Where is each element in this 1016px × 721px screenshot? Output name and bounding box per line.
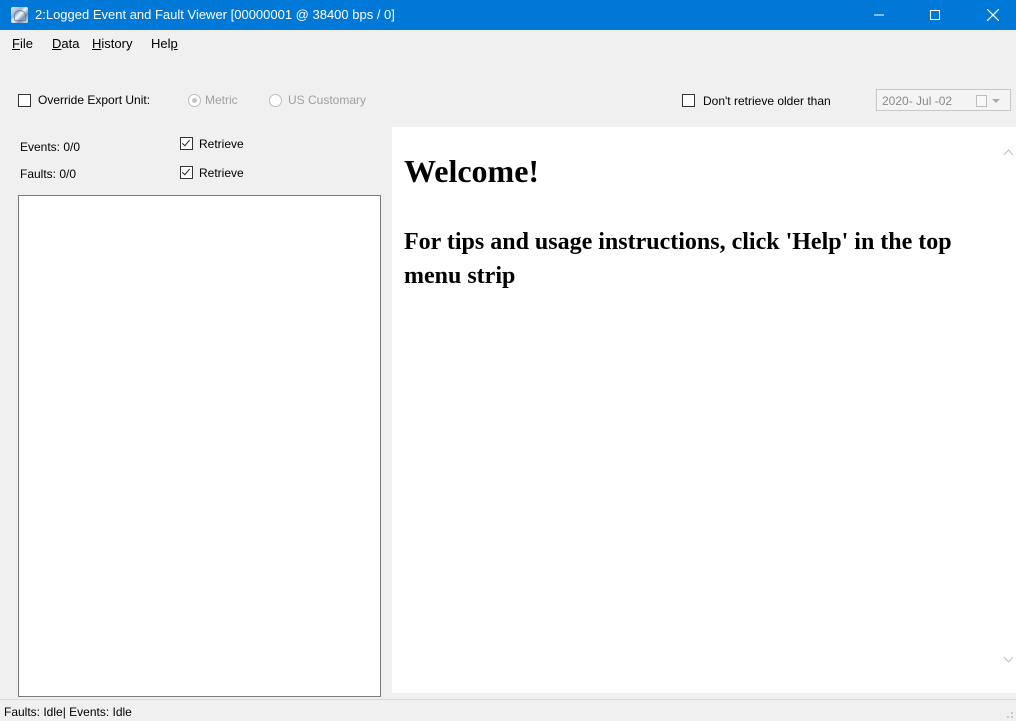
us-customary-label: US Customary — [288, 93, 367, 107]
metric-label: Metric — [205, 93, 238, 107]
events-retrieve-label: Retrieve — [199, 137, 244, 151]
chevron-down-icon — [992, 99, 1000, 103]
close-icon — [987, 9, 999, 21]
metric-radio[interactable] — [188, 94, 201, 107]
faults-count: Faults: 0/0 — [20, 167, 77, 181]
resize-grip-icon[interactable] — [1004, 709, 1014, 719]
minimize-icon — [874, 14, 884, 16]
us-customary-radio[interactable] — [269, 94, 282, 107]
date-value: 2020- Jul -02 — [882, 94, 953, 108]
app-icon — [11, 7, 28, 23]
dont-retrieve-older-label: Don't retrieve older than — [703, 94, 831, 108]
scroll-down-icon[interactable] — [1003, 656, 1014, 663]
override-export-unit-label: Override Export Unit: — [38, 93, 151, 107]
close-button[interactable] — [970, 0, 1016, 30]
dont-retrieve-older-checkbox[interactable] — [682, 94, 695, 107]
content-scrollbar[interactable] — [1000, 127, 1016, 693]
menu-history[interactable]: History — [92, 36, 132, 51]
maximize-button[interactable] — [912, 0, 958, 30]
title-bar[interactable]: 2:Logged Event and Fault Viewer [0000000… — [0, 0, 1016, 30]
log-list[interactable] — [18, 195, 381, 697]
date-picker[interactable]: 2020- Jul -02 — [876, 89, 1011, 111]
menu-file[interactable]: File — [12, 36, 33, 51]
menu-data[interactable]: Data — [52, 36, 79, 51]
minimize-button[interactable] — [856, 0, 902, 30]
faults-retrieve-label: Retrieve — [199, 166, 244, 180]
maximize-icon — [930, 10, 940, 20]
override-export-unit-checkbox[interactable] — [18, 94, 31, 107]
welcome-panel[interactable]: Welcome! For tips and usage instructions… — [392, 127, 1016, 693]
scroll-up-icon[interactable] — [1003, 149, 1014, 156]
welcome-heading: Welcome! — [404, 153, 540, 189]
help-instructions: For tips and usage instructions, click '… — [404, 229, 952, 289]
status-bar: Faults: Idle| Events: Idle — [0, 699, 1016, 721]
window-title: 2:Logged Event and Fault Viewer [0000000… — [35, 7, 395, 22]
faults-retrieve-checkbox[interactable] — [180, 166, 193, 179]
calendar-icon — [976, 95, 987, 107]
events-retrieve-checkbox[interactable] — [180, 137, 193, 150]
menu-help[interactable]: Help — [151, 36, 178, 51]
status-text: Faults: Idle| Events: Idle — [4, 705, 132, 719]
events-count: Events: 0/0 — [20, 140, 81, 154]
